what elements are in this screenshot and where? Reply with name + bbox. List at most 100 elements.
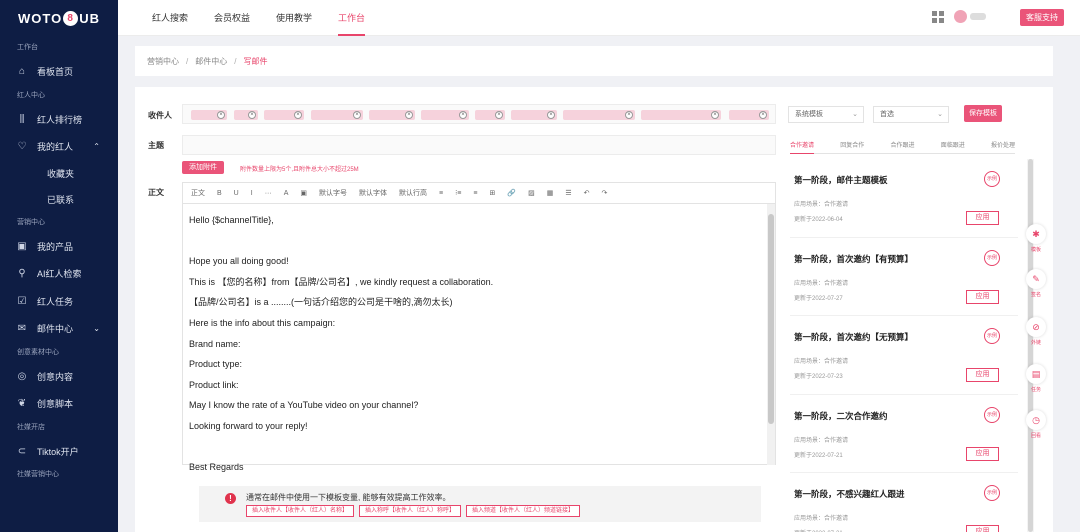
add-attachment-button[interactable]: 添加附件 [182, 161, 224, 174]
recipient-tag[interactable]: × [475, 110, 505, 120]
template-card[interactable]: 第一阶段，首次邀约【有预算】 示例 应用场景：合作邀请 更新于2022-07-27 应用 [790, 238, 1018, 316]
remove-tag-icon[interactable]: × [353, 111, 361, 119]
toolbar-button[interactable]: ↷ [601, 189, 607, 197]
subject-input[interactable] [182, 135, 776, 155]
sidebar-subitem-contacted[interactable]: 已联系 [0, 187, 118, 213]
insert-variable-button[interactable]: 插入称呼【收件人（红人）称呼】 [359, 505, 462, 517]
recipient-tag[interactable]: × [563, 110, 635, 120]
toolbar-button[interactable]: ≡ [473, 190, 477, 197]
floating-action-4[interactable]: ▤ 任务 [1025, 364, 1047, 393]
remove-tag-icon[interactable]: × [405, 111, 413, 119]
apply-template-button[interactable]: 应用 [966, 211, 999, 225]
remove-tag-icon[interactable]: × [711, 111, 719, 119]
toolbar-button[interactable]: ··· [265, 190, 272, 197]
toolbar-button[interactable]: 默认字号 [319, 188, 347, 198]
template-card[interactable]: 第一阶段，不感兴趣红人跟进 示例应用场景：合作邀请更新于2022-07-21 应用 [790, 473, 1018, 532]
toolbar-button[interactable]: U [234, 190, 239, 197]
template-tab[interactable]: 合作邀请 [790, 140, 815, 154]
logo[interactable]: WOTO 8 UB [0, 0, 118, 36]
remove-tag-icon[interactable]: × [217, 111, 225, 119]
apply-template-button[interactable]: 应用 [966, 525, 999, 532]
recipient-tag[interactable]: × [264, 110, 304, 120]
breadcrumb-item[interactable]: 邮件中心 [195, 56, 227, 67]
floating-action-5[interactable]: ◷ 回看 [1025, 410, 1047, 439]
template-card[interactable]: 第一阶段，邮件主题模板 示例 应用场景：合作邀请 更新于2022-06-04 应用 [790, 159, 1018, 238]
recipient-tag[interactable]: × [191, 110, 227, 120]
sidebar-item-creative[interactable]: ◎ 创意内容 [0, 363, 118, 391]
insert-variable-button[interactable]: 插入收件人【收件人（红人）名称】 [246, 505, 355, 517]
editor-scrollbar[interactable] [767, 204, 775, 465]
template-tab[interactable]: 合作跟进 [890, 140, 914, 153]
remove-tag-icon[interactable]: × [759, 111, 767, 119]
sidebar-item-tasks[interactable]: ☑ 红人任务 [0, 288, 118, 316]
template-tab[interactable]: 回复合作 [840, 140, 864, 153]
toolbar-button[interactable]: ▣ [300, 189, 307, 197]
sidebar-item-rank[interactable]: ⫼ 红人排行榜 [0, 106, 118, 134]
toolbar-button[interactable]: ≡ [439, 190, 443, 197]
nav-item[interactable]: 使用教学 [276, 0, 312, 36]
sidebar-item-products[interactable]: ▣ 我的产品 [0, 233, 118, 261]
sidebar-item-dashboard[interactable]: ⌂ 看板首页 [0, 58, 118, 86]
toolbar-button[interactable]: A [284, 190, 289, 197]
recipient-tag[interactable]: × [369, 110, 415, 120]
recipient-tag[interactable]: × [421, 110, 469, 120]
nav-item[interactable]: 工作台 [338, 0, 366, 36]
remove-tag-icon[interactable]: × [294, 111, 302, 119]
template-tab[interactable]: 面临跟进 [941, 140, 965, 153]
floating-action-3[interactable]: ⊘ 外链 [1025, 317, 1047, 346]
toolbar-button[interactable]: 默认字体 [359, 188, 387, 198]
floating-action-1[interactable]: ✱ 模板 [1025, 224, 1047, 253]
toolbar-button[interactable]: ▦ [547, 189, 554, 197]
template-card[interactable]: 第一阶段，首次邀约【无预算】 示例 应用场景：合作邀请 更新于2022-07-23 应用 [790, 316, 1018, 395]
remove-tag-icon[interactable]: × [625, 111, 633, 119]
insert-variable-button[interactable]: 插入频道【收件人（红人）频道链接】 [466, 505, 581, 517]
logo-text-right: UB [79, 10, 100, 26]
recipient-tag[interactable]: × [729, 110, 769, 120]
toolbar-button[interactable]: ☰ [565, 189, 571, 197]
user-name-placeholder[interactable] [970, 13, 986, 20]
remove-tag-icon[interactable]: × [547, 111, 555, 119]
template-source-select[interactable]: 系统模板 ⌄ [788, 106, 864, 123]
scroll-thumb[interactable] [768, 214, 774, 424]
rich-text-editor[interactable]: 正文 B U I ··· A ▣ 默认字号 默认字体 默认行高 ≡ ⁝≡ ≡ ⊞ 🔗 ▨ ▦ ☰ ↶ ↷ Hello … [182, 182, 776, 472]
remove-tag-icon[interactable]: × [459, 111, 467, 119]
remove-tag-icon[interactable]: × [495, 111, 503, 119]
recipient-tag[interactable]: × [311, 110, 363, 120]
sidebar-item-tiktok[interactable]: ⊂ Tiktok开户 [0, 438, 118, 466]
template-card[interactable]: 第一阶段，二次合作邀约 示例 应用场景：合作邀请 更新于2022-07-21 应用 [790, 395, 1018, 473]
toolbar-button[interactable]: ⊞ [489, 189, 495, 197]
sidebar-item-ai-search[interactable]: ⚲ AI红人检索 [0, 260, 118, 288]
apply-template-button[interactable]: 应用 [966, 368, 999, 382]
toolbar-button[interactable]: ▨ [528, 189, 535, 197]
editor-body[interactable]: Hello {$channelTitle}, Hope you all doin… [183, 204, 775, 484]
save-template-button[interactable]: 保存模板 [964, 105, 1002, 122]
sidebar-item-label: 创意内容 [37, 371, 74, 382]
toolbar-button[interactable]: B [217, 190, 222, 197]
recipient-tag[interactable]: × [511, 110, 557, 120]
avatar[interactable] [954, 10, 967, 23]
remove-tag-icon[interactable]: × [248, 111, 256, 119]
toolbar-button[interactable]: 🔗 [507, 189, 516, 197]
apply-template-button[interactable]: 应用 [966, 446, 999, 461]
toolbar-button[interactable]: ↶ [584, 189, 590, 197]
breadcrumb-item[interactable]: 营销中心 [147, 56, 179, 67]
recipient-tag[interactable]: × [234, 110, 258, 120]
floating-action-2[interactable]: ✎ 签名 [1025, 269, 1047, 298]
sidebar-item-script[interactable]: ❦ 创意脚本 [0, 390, 118, 418]
sidebar-item-my-influencers[interactable]: ♡ 我的红人 ⌃ [0, 133, 118, 161]
sidebar-subitem-favorites[interactable]: 收藏夹 [0, 161, 118, 187]
sidebar-item-mail-center[interactable]: ✉ 邮件中心 ⌄ [0, 315, 118, 343]
apps-grid-icon[interactable] [932, 11, 944, 23]
apply-template-button[interactable]: 应用 [966, 289, 999, 304]
nav-item[interactable]: 会员权益 [214, 0, 250, 36]
recipient-field[interactable]: × × × × × × × × × × × [182, 104, 776, 124]
template-filter-select[interactable]: 首选 ⌄ [873, 106, 949, 123]
recipient-tag[interactable]: × [641, 110, 721, 120]
toolbar-button[interactable]: 默认行高 [399, 188, 427, 198]
toolbar-button[interactable]: I [251, 190, 253, 197]
service-support-button[interactable]: 客服支持 [1020, 9, 1064, 26]
toolbar-button[interactable]: ⁝≡ [455, 189, 461, 197]
nav-item[interactable]: 红人搜索 [152, 0, 188, 36]
template-tab[interactable]: 报价处理 [991, 140, 1015, 153]
toolbar-button[interactable]: 正文 [191, 188, 205, 198]
